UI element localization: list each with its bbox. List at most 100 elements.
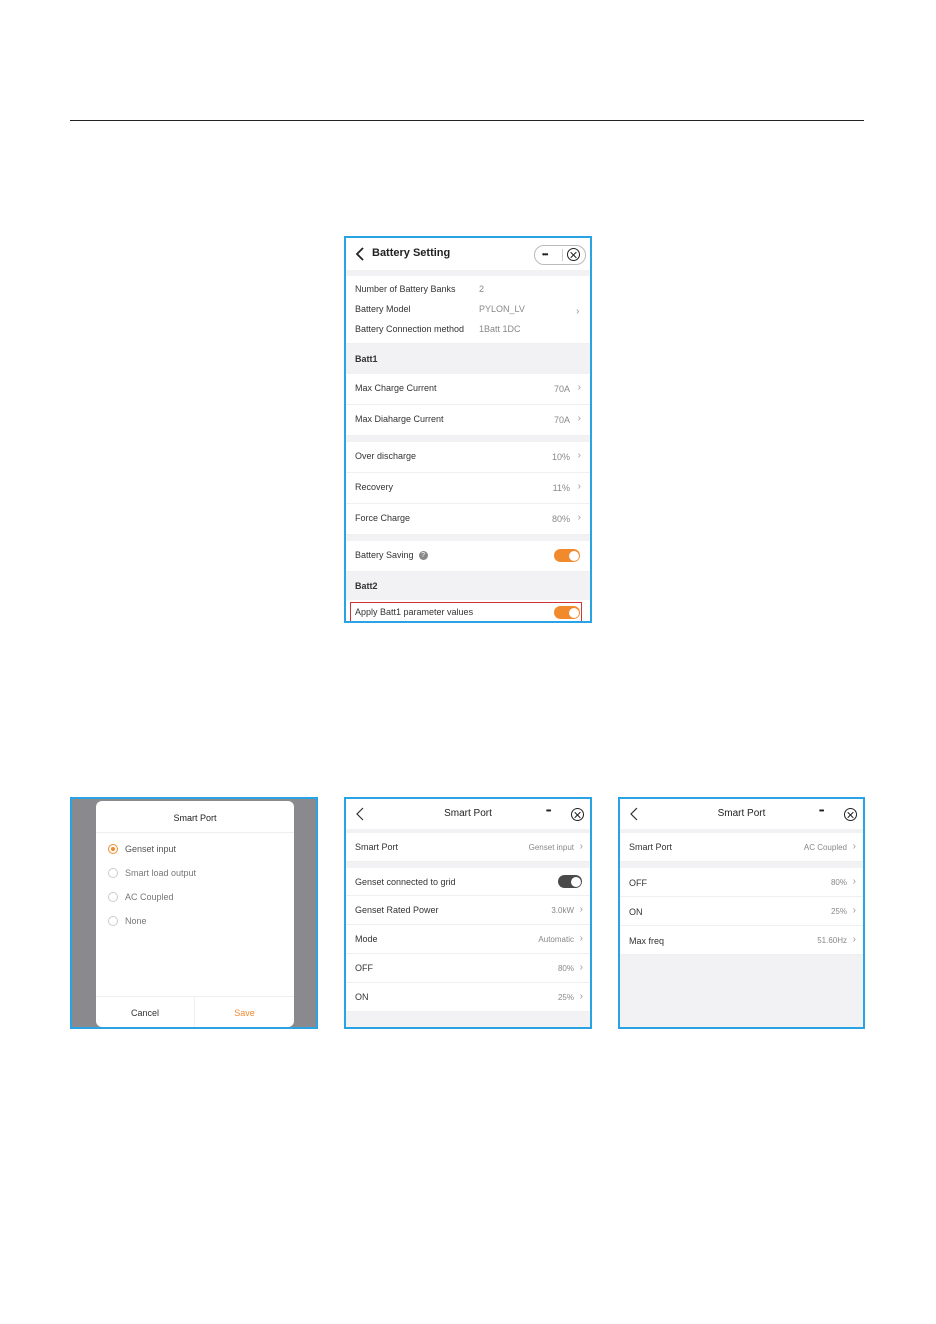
on-label: ON [629,907,643,917]
over-discharge-label: Over discharge [355,451,417,461]
section-batt2: Batt2 [346,572,590,600]
apply-batt1-row: Apply Batt1 parameter values [346,600,590,621]
max-charge-label: Max Charge Current [355,383,437,393]
option-genset-input[interactable]: Genset input [125,844,176,854]
close-icon[interactable] [567,248,580,261]
method-value: 1Batt 1DC [479,324,521,334]
chevron-right-icon: › [577,382,581,393]
apply-batt1-label: Apply Batt1 parameter values [355,607,474,617]
smart-port-value: Genset input [528,843,574,852]
smart-port-label: Smart Port [355,842,399,852]
save-button[interactable]: Save [195,1008,294,1018]
chevron-right-icon: › [852,876,856,887]
smart-port-dialog-screen: Smart Port Genset input Smart load outpu… [70,797,318,1029]
smart-port-value: AC Coupled [803,843,847,852]
chevron-right-icon: › [579,841,583,852]
banks-value: 2 [479,284,485,294]
help-icon[interactable]: ? [418,551,428,561]
battery-info-group: Number of Battery Banks 2 Battery Model … [346,276,590,344]
smart-port-row[interactable]: Smart Port AC Coupled › [620,833,863,862]
model-value[interactable]: PYLON_LV [479,304,525,314]
max-freq-value: 51.60Hz [817,936,847,945]
recovery-row[interactable]: Recovery 11% › [346,473,590,504]
max-discharge-label: Max Diaharge Current [355,414,444,424]
mode-label: Mode [355,934,378,944]
page-title: Smart Port [717,808,766,819]
off-row[interactable]: OFF 80% › [346,954,590,983]
page-title: Smart Port [444,808,492,819]
model-label: Battery Model [355,304,411,314]
option-none[interactable]: None [125,916,147,926]
page-rule [70,120,864,121]
max-discharge-row[interactable]: Max Diaharge Current 70A › [346,405,590,436]
title-divider [96,832,294,833]
mode-row[interactable]: Mode Automatic › [346,925,590,954]
battery-saving-text: Battery Saving [355,550,414,560]
chevron-right-icon: › [577,512,581,523]
on-label: ON [355,992,369,1002]
close-icon[interactable] [844,808,857,821]
option-ac-coupled[interactable]: AC Coupled [125,892,174,902]
more-icon[interactable]: ••• [819,808,824,815]
off-row[interactable]: OFF 80% › [620,868,863,897]
recovery-value: 11% [552,483,570,493]
battery-setting-screen: Battery Setting ••• Number of Battery Ba… [344,236,592,623]
force-charge-label: Force Charge [355,513,411,523]
chevron-right-icon: › [852,905,856,916]
genset-grid-label: Genset connected to grid [355,877,456,887]
chevron-right-icon: › [579,962,583,973]
chevron-right-icon: › [579,991,583,1002]
radio-none[interactable] [108,916,118,926]
on-row[interactable]: ON 25% › [620,897,863,926]
chevron-right-icon: › [852,934,856,945]
more-icon[interactable]: ••• [546,808,551,815]
battery-saving-row: Battery Saving? [346,541,590,572]
battery-saving-toggle[interactable] [554,549,580,562]
rated-power-value: 3.0kW [551,906,574,915]
max-charge-value: 70A [553,384,570,394]
radio-ac-coupled[interactable] [108,892,118,902]
radio-genset-input[interactable] [108,844,118,854]
header: Smart Port ••• [620,799,863,829]
over-discharge-value: 10% [551,452,570,462]
on-row[interactable]: ON 25% › [346,983,590,1012]
off-label: OFF [629,878,647,888]
force-charge-row[interactable]: Force Charge 80% › [346,504,590,535]
footer-divider [96,996,294,997]
smart-port-dialog: Smart Port Genset input Smart load outpu… [96,801,294,1027]
smart-port-row[interactable]: Smart Port Genset input › [346,833,590,862]
over-discharge-row[interactable]: Over discharge 10% › [346,442,590,473]
off-value: 80% [830,878,847,887]
smart-port-ac-screen: Smart Port ••• Smart Port AC Coupled › O… [618,797,865,1029]
option-smart-load-output[interactable]: Smart load output [125,868,196,878]
max-charge-row[interactable]: Max Charge Current 70A › [346,374,590,405]
apply-batt1-toggle[interactable] [554,606,580,619]
max-discharge-value: 70A [553,415,570,425]
on-value: 25% [557,993,574,1002]
more-icon[interactable]: ••• [542,246,548,264]
chevron-right-icon: › [579,933,583,944]
force-charge-value: 80% [551,514,570,524]
rated-power-row[interactable]: Genset Rated Power 3.0kW › [346,896,590,925]
off-value: 80% [557,964,574,973]
header: Smart Port ••• [346,799,590,829]
chevron-right-icon[interactable]: › [576,306,579,317]
dialog-title: Smart Port [173,813,217,823]
genset-grid-row: Genset connected to grid [346,868,590,896]
chevron-right-icon: › [577,413,581,424]
banks-label: Number of Battery Banks [355,284,456,294]
mini-program-capsule: ••• [534,245,586,265]
header: Battery Setting ••• [346,238,590,270]
section-batt1: Batt1 [346,344,590,374]
method-label: Battery Connection method [355,324,465,334]
chevron-right-icon: › [577,481,581,492]
cancel-button[interactable]: Cancel [96,1008,194,1018]
chevron-right-icon: › [852,841,856,852]
back-arrow-icon[interactable] [355,246,365,262]
radio-smart-load-output[interactable] [108,868,118,878]
chevron-right-icon: › [579,904,583,915]
smart-port-label: Smart Port [629,842,673,852]
genset-grid-toggle[interactable] [558,875,582,888]
max-freq-row[interactable]: Max freq 51.60Hz › [620,926,863,955]
close-icon[interactable] [571,808,584,821]
